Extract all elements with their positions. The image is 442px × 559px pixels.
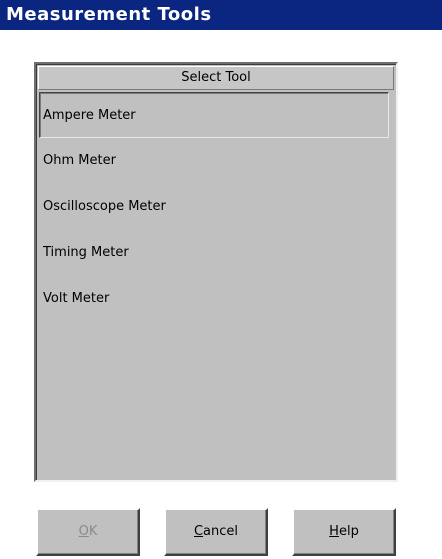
list-item-ampere-meter[interactable]: Ampere Meter — [39, 92, 389, 138]
list-item-timing-meter[interactable]: Timing Meter — [39, 230, 389, 276]
list-item-volt-meter[interactable]: Volt Meter — [39, 276, 389, 322]
cancel-button-label: ancel — [203, 524, 239, 539]
ok-button-label: K — [88, 524, 98, 539]
cancel-button[interactable]: Cancel — [164, 508, 268, 556]
tool-listbox[interactable]: Select Tool Ampere Meter Ohm Meter Oscil… — [34, 62, 398, 482]
help-button-mnemonic: H — [329, 524, 339, 539]
cancel-button-mnemonic: C — [193, 524, 204, 539]
ok-button-mnemonic: O — [78, 524, 89, 539]
list-item-oscilloscope-meter[interactable]: Oscilloscope Meter — [39, 184, 389, 230]
ok-button[interactable]: OK — [36, 508, 140, 556]
help-button[interactable]: Help — [292, 508, 396, 556]
dialog-body: Select Tool Ampere Meter Ohm Meter Oscil… — [0, 30, 442, 559]
help-button-label: elp — [338, 524, 359, 539]
list-item-ohm-meter[interactable]: Ohm Meter — [39, 138, 389, 184]
window-title: Measurement Tools — [0, 0, 442, 30]
listbox-header: Select Tool — [38, 66, 394, 90]
